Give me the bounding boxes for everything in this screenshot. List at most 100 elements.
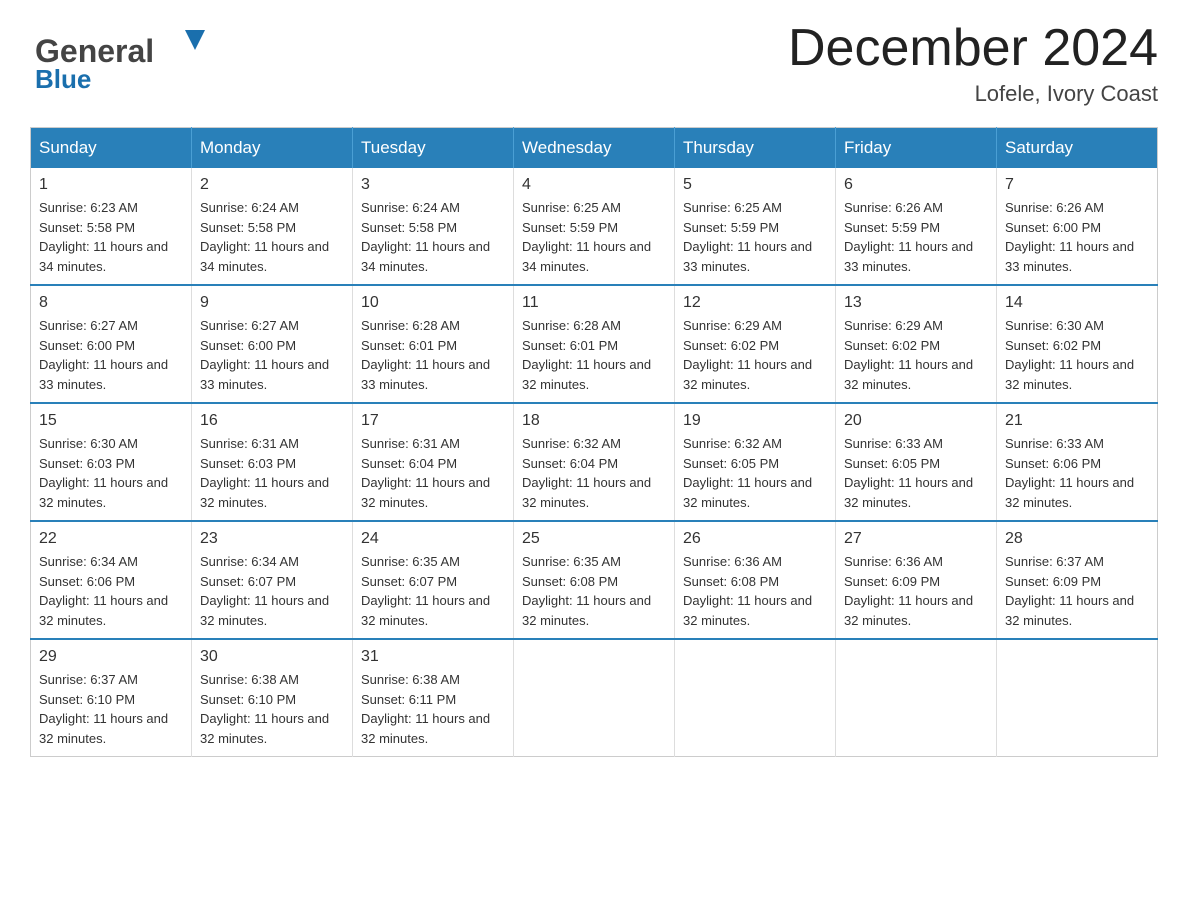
day-number: 5: [683, 176, 827, 194]
calendar-week-3: 15 Sunrise: 6:30 AM Sunset: 6:03 PM Dayl…: [31, 403, 1158, 521]
day-info: Sunrise: 6:31 AM Sunset: 6:03 PM Dayligh…: [200, 434, 344, 512]
logo-image: General Blue: [30, 20, 220, 100]
day-info: Sunrise: 6:34 AM Sunset: 6:07 PM Dayligh…: [200, 552, 344, 630]
day-number: 26: [683, 530, 827, 548]
table-row: 4 Sunrise: 6:25 AM Sunset: 5:59 PM Dayli…: [514, 168, 675, 285]
day-number: 17: [361, 412, 505, 430]
title-section: December 2024 Lofele, Ivory Coast: [788, 20, 1158, 107]
table-row: 5 Sunrise: 6:25 AM Sunset: 5:59 PM Dayli…: [675, 168, 836, 285]
table-row: 12 Sunrise: 6:29 AM Sunset: 6:02 PM Dayl…: [675, 285, 836, 403]
day-number: 30: [200, 648, 344, 666]
table-row: 21 Sunrise: 6:33 AM Sunset: 6:06 PM Dayl…: [997, 403, 1158, 521]
day-number: 8: [39, 294, 183, 312]
header-wednesday: Wednesday: [514, 128, 675, 169]
table-row: 8 Sunrise: 6:27 AM Sunset: 6:00 PM Dayli…: [31, 285, 192, 403]
day-info: Sunrise: 6:33 AM Sunset: 6:05 PM Dayligh…: [844, 434, 988, 512]
table-row: 7 Sunrise: 6:26 AM Sunset: 6:00 PM Dayli…: [997, 168, 1158, 285]
day-number: 9: [200, 294, 344, 312]
day-info: Sunrise: 6:32 AM Sunset: 6:05 PM Dayligh…: [683, 434, 827, 512]
header-friday: Friday: [836, 128, 997, 169]
day-info: Sunrise: 6:33 AM Sunset: 6:06 PM Dayligh…: [1005, 434, 1149, 512]
day-info: Sunrise: 6:26 AM Sunset: 6:00 PM Dayligh…: [1005, 198, 1149, 276]
table-row: 25 Sunrise: 6:35 AM Sunset: 6:08 PM Dayl…: [514, 521, 675, 639]
table-row: 17 Sunrise: 6:31 AM Sunset: 6:04 PM Dayl…: [353, 403, 514, 521]
table-row: 11 Sunrise: 6:28 AM Sunset: 6:01 PM Dayl…: [514, 285, 675, 403]
day-info: Sunrise: 6:24 AM Sunset: 5:58 PM Dayligh…: [200, 198, 344, 276]
day-info: Sunrise: 6:28 AM Sunset: 6:01 PM Dayligh…: [361, 316, 505, 394]
table-row: 31 Sunrise: 6:38 AM Sunset: 6:11 PM Dayl…: [353, 639, 514, 757]
day-info: Sunrise: 6:36 AM Sunset: 6:09 PM Dayligh…: [844, 552, 988, 630]
day-number: 18: [522, 412, 666, 430]
day-info: Sunrise: 6:28 AM Sunset: 6:01 PM Dayligh…: [522, 316, 666, 394]
calendar-week-2: 8 Sunrise: 6:27 AM Sunset: 6:00 PM Dayli…: [31, 285, 1158, 403]
day-info: Sunrise: 6:30 AM Sunset: 6:02 PM Dayligh…: [1005, 316, 1149, 394]
table-row: 20 Sunrise: 6:33 AM Sunset: 6:05 PM Dayl…: [836, 403, 997, 521]
day-number: 12: [683, 294, 827, 312]
day-number: 23: [200, 530, 344, 548]
table-row: 2 Sunrise: 6:24 AM Sunset: 5:58 PM Dayli…: [192, 168, 353, 285]
day-info: Sunrise: 6:35 AM Sunset: 6:07 PM Dayligh…: [361, 552, 505, 630]
location: Lofele, Ivory Coast: [788, 81, 1158, 107]
page-header: General Blue December 2024 Lofele, Ivory…: [30, 20, 1158, 107]
table-row: 24 Sunrise: 6:35 AM Sunset: 6:07 PM Dayl…: [353, 521, 514, 639]
day-number: 28: [1005, 530, 1149, 548]
table-row: [514, 639, 675, 757]
table-row: 9 Sunrise: 6:27 AM Sunset: 6:00 PM Dayli…: [192, 285, 353, 403]
day-number: 24: [361, 530, 505, 548]
day-number: 13: [844, 294, 988, 312]
day-info: Sunrise: 6:32 AM Sunset: 6:04 PM Dayligh…: [522, 434, 666, 512]
day-info: Sunrise: 6:31 AM Sunset: 6:04 PM Dayligh…: [361, 434, 505, 512]
day-number: 25: [522, 530, 666, 548]
svg-text:Blue: Blue: [35, 64, 91, 94]
table-row: 18 Sunrise: 6:32 AM Sunset: 6:04 PM Dayl…: [514, 403, 675, 521]
table-row: 29 Sunrise: 6:37 AM Sunset: 6:10 PM Dayl…: [31, 639, 192, 757]
day-number: 20: [844, 412, 988, 430]
day-info: Sunrise: 6:29 AM Sunset: 6:02 PM Dayligh…: [683, 316, 827, 394]
day-info: Sunrise: 6:26 AM Sunset: 5:59 PM Dayligh…: [844, 198, 988, 276]
header-thursday: Thursday: [675, 128, 836, 169]
day-number: 4: [522, 176, 666, 194]
table-row: 15 Sunrise: 6:30 AM Sunset: 6:03 PM Dayl…: [31, 403, 192, 521]
table-row: [836, 639, 997, 757]
day-info: Sunrise: 6:35 AM Sunset: 6:08 PM Dayligh…: [522, 552, 666, 630]
day-number: 22: [39, 530, 183, 548]
day-info: Sunrise: 6:37 AM Sunset: 6:09 PM Dayligh…: [1005, 552, 1149, 630]
header-sunday: Sunday: [31, 128, 192, 169]
calendar-week-1: 1 Sunrise: 6:23 AM Sunset: 5:58 PM Dayli…: [31, 168, 1158, 285]
header-tuesday: Tuesday: [353, 128, 514, 169]
day-number: 10: [361, 294, 505, 312]
calendar-header-row: SundayMondayTuesdayWednesdayThursdayFrid…: [31, 128, 1158, 169]
table-row: 23 Sunrise: 6:34 AM Sunset: 6:07 PM Dayl…: [192, 521, 353, 639]
table-row: 1 Sunrise: 6:23 AM Sunset: 5:58 PM Dayli…: [31, 168, 192, 285]
day-number: 11: [522, 294, 666, 312]
day-info: Sunrise: 6:36 AM Sunset: 6:08 PM Dayligh…: [683, 552, 827, 630]
table-row: [675, 639, 836, 757]
day-number: 27: [844, 530, 988, 548]
day-number: 16: [200, 412, 344, 430]
table-row: 26 Sunrise: 6:36 AM Sunset: 6:08 PM Dayl…: [675, 521, 836, 639]
day-info: Sunrise: 6:24 AM Sunset: 5:58 PM Dayligh…: [361, 198, 505, 276]
day-info: Sunrise: 6:34 AM Sunset: 6:06 PM Dayligh…: [39, 552, 183, 630]
day-number: 31: [361, 648, 505, 666]
day-info: Sunrise: 6:23 AM Sunset: 5:58 PM Dayligh…: [39, 198, 183, 276]
table-row: 30 Sunrise: 6:38 AM Sunset: 6:10 PM Dayl…: [192, 639, 353, 757]
table-row: 14 Sunrise: 6:30 AM Sunset: 6:02 PM Dayl…: [997, 285, 1158, 403]
table-row: 16 Sunrise: 6:31 AM Sunset: 6:03 PM Dayl…: [192, 403, 353, 521]
day-number: 1: [39, 176, 183, 194]
header-saturday: Saturday: [997, 128, 1158, 169]
day-number: 7: [1005, 176, 1149, 194]
day-info: Sunrise: 6:38 AM Sunset: 6:10 PM Dayligh…: [200, 670, 344, 748]
day-number: 15: [39, 412, 183, 430]
day-number: 2: [200, 176, 344, 194]
day-number: 3: [361, 176, 505, 194]
table-row: 19 Sunrise: 6:32 AM Sunset: 6:05 PM Dayl…: [675, 403, 836, 521]
calendar-table: SundayMondayTuesdayWednesdayThursdayFrid…: [30, 127, 1158, 757]
header-monday: Monday: [192, 128, 353, 169]
table-row: 13 Sunrise: 6:29 AM Sunset: 6:02 PM Dayl…: [836, 285, 997, 403]
day-number: 19: [683, 412, 827, 430]
table-row: 22 Sunrise: 6:34 AM Sunset: 6:06 PM Dayl…: [31, 521, 192, 639]
day-number: 21: [1005, 412, 1149, 430]
day-info: Sunrise: 6:25 AM Sunset: 5:59 PM Dayligh…: [683, 198, 827, 276]
day-info: Sunrise: 6:30 AM Sunset: 6:03 PM Dayligh…: [39, 434, 183, 512]
table-row: [997, 639, 1158, 757]
